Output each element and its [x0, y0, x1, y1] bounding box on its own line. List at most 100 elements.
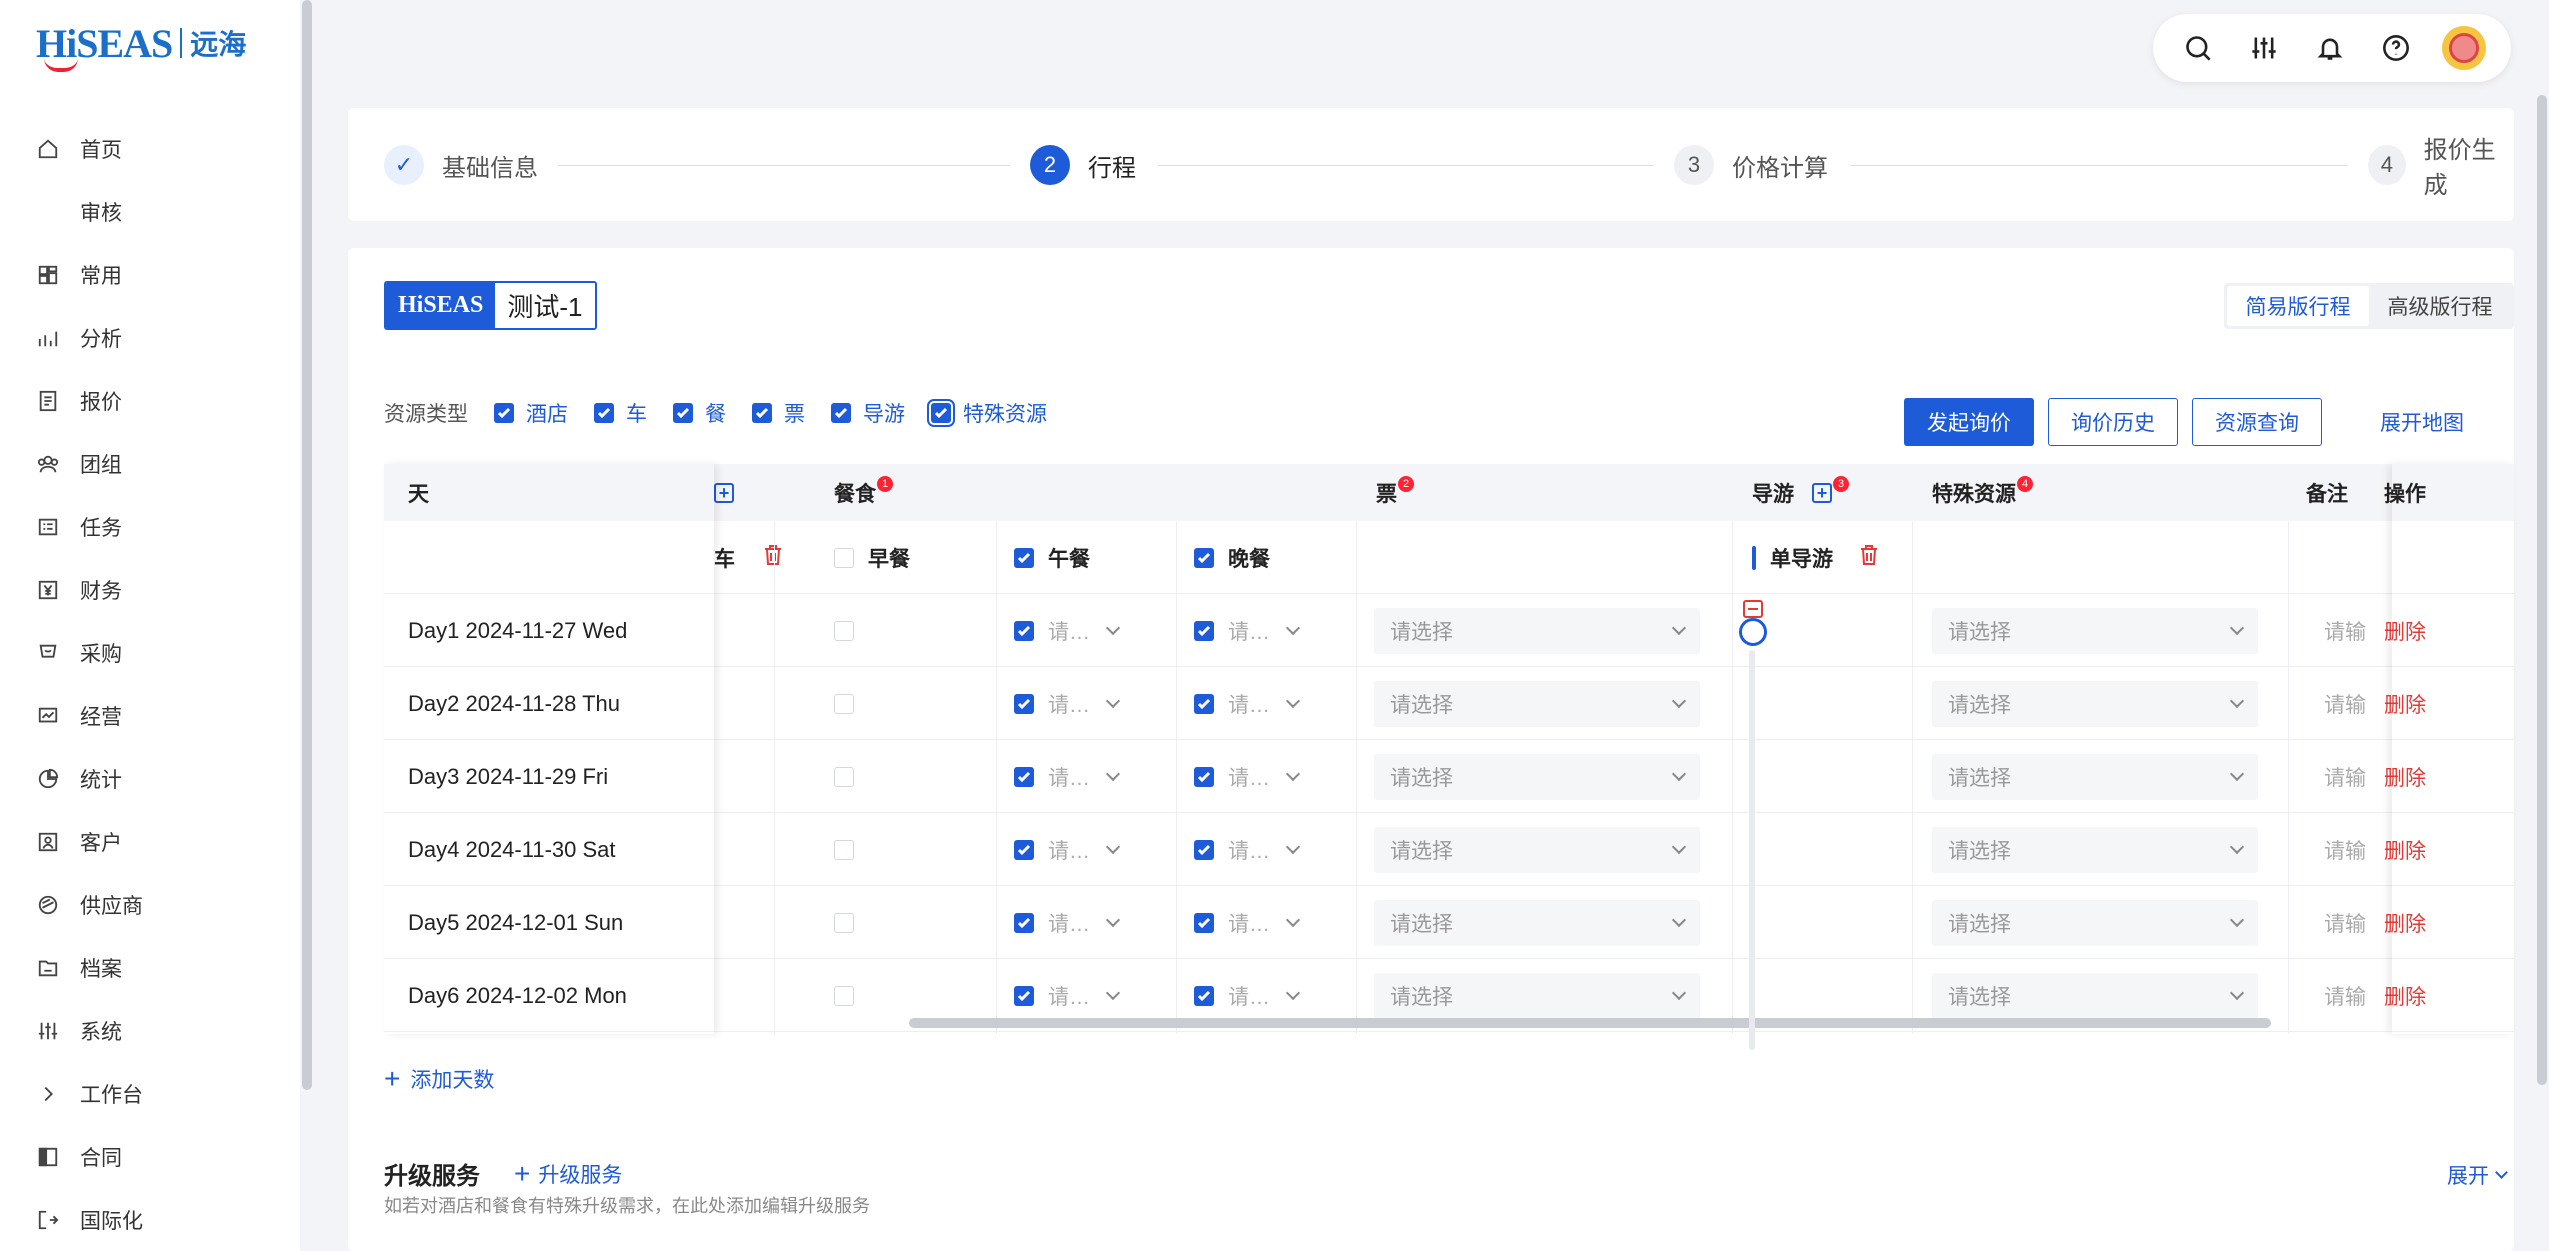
sidebar-item-12[interactable]: 供应商 — [0, 873, 300, 936]
ticket-select[interactable]: 请选择 — [1374, 681, 1700, 727]
dinner-select[interactable]: 请… — [1194, 813, 1301, 886]
dinner-checkbox[interactable] — [1194, 839, 1214, 860]
breakfast-checkbox[interactable] — [834, 620, 854, 641]
step-quote-gen[interactable]: 4 报价生成 — [2368, 137, 2514, 199]
expand-upgrade-button[interactable]: 展开 — [2447, 1160, 2508, 1190]
sidebar-item-13[interactable]: 档案 — [0, 936, 300, 999]
sidebar-item-17[interactable]: 国际化 — [0, 1188, 300, 1251]
sidebar-item-4[interactable]: 报价 — [0, 369, 300, 432]
special-resource-select[interactable]: 请选择 — [1932, 900, 2258, 946]
settings-button[interactable] — [2244, 28, 2284, 68]
ticket-select[interactable]: 请选择 — [1374, 827, 1700, 873]
remark-input[interactable]: 请输 — [2324, 740, 2382, 813]
checkbox[interactable] — [494, 403, 514, 423]
special-resource-select[interactable]: 请选择 — [1932, 754, 2258, 800]
add-upgrade-button[interactable]: + 升级服务 — [514, 1158, 622, 1190]
lunch-checkbox[interactable] — [1014, 620, 1034, 641]
remark-input[interactable]: 请输 — [2324, 594, 2382, 667]
sidebar-item-6[interactable]: 任务 — [0, 495, 300, 558]
dinner-checkbox[interactable] — [1194, 985, 1214, 1006]
delete-row-button[interactable]: 删除 — [2384, 959, 2426, 1032]
resource-query-button[interactable]: 资源查询 — [2192, 398, 2322, 446]
checkbox[interactable] — [831, 403, 851, 423]
sidebar-item-0[interactable]: 首页 — [0, 117, 300, 180]
breakfast-checkbox[interactable] — [834, 693, 854, 714]
dinner-checkbox[interactable] — [1194, 620, 1214, 641]
sidebar-item-2[interactable]: 常用 — [0, 243, 300, 306]
step-price-calc[interactable]: 3 价格计算 — [1674, 145, 1828, 185]
delete-row-button[interactable]: 删除 — [2384, 886, 2426, 959]
avatar[interactable] — [2442, 26, 2486, 70]
breakfast-checkbox[interactable] — [834, 766, 854, 787]
lunch-select[interactable]: 请… — [1014, 740, 1121, 813]
delete-row-button[interactable]: 删除 — [2384, 740, 2426, 813]
breakfast-checkbox[interactable] — [834, 547, 854, 568]
dinner-select[interactable]: 请… — [1194, 667, 1301, 740]
checkbox[interactable] — [752, 403, 772, 423]
sidebar-item-8[interactable]: 采购 — [0, 621, 300, 684]
notification-button[interactable] — [2310, 28, 2350, 68]
start-inquiry-button[interactable]: 发起询价 — [1904, 398, 2034, 446]
breakfast-checkbox[interactable] — [834, 985, 854, 1006]
sidebar-item-14[interactable]: 系统 — [0, 999, 300, 1062]
dinner-checkbox[interactable] — [1194, 693, 1214, 714]
lunch-select[interactable]: 请… — [1014, 886, 1121, 959]
inquiry-history-button[interactable]: 询价历史 — [2048, 398, 2178, 446]
ticket-select[interactable]: 请选择 — [1374, 608, 1700, 654]
add-day-button[interactable]: + 添加天数 — [384, 1063, 494, 1095]
dinner-select[interactable]: 请… — [1194, 740, 1301, 813]
drag-handle[interactable] — [1752, 545, 1756, 570]
dinner-select[interactable]: 请… — [1194, 886, 1301, 959]
sidebar-item-3[interactable]: 分析 — [0, 306, 300, 369]
lunch-select[interactable]: 请… — [1014, 594, 1121, 667]
sidebar-item-9[interactable]: 经营 — [0, 684, 300, 747]
delete-row-button[interactable]: 删除 — [2384, 667, 2426, 740]
sidebar-item-11[interactable]: 客户 — [0, 810, 300, 873]
guide-span-handle[interactable] — [1739, 618, 1767, 646]
remark-input[interactable]: 请输 — [2324, 959, 2382, 1032]
resource-type-0[interactable]: 酒店 — [494, 398, 568, 428]
delete-car-button[interactable] — [763, 544, 783, 572]
dinner-checkbox[interactable] — [1194, 547, 1214, 568]
delete-row-button[interactable]: 删除 — [2384, 813, 2426, 886]
delete-row-button[interactable]: 删除 — [2384, 594, 2426, 667]
sidebar-item-16[interactable]: 合同 — [0, 1125, 300, 1188]
checkbox[interactable] — [673, 403, 693, 423]
add-car-button[interactable]: + — [714, 464, 734, 521]
lunch-checkbox[interactable] — [1014, 766, 1034, 787]
resource-type-2[interactable]: 餐 — [673, 398, 726, 428]
checkbox[interactable] — [594, 403, 614, 423]
ticket-select[interactable]: 请选择 — [1374, 754, 1700, 800]
dinner-checkbox[interactable] — [1194, 766, 1214, 787]
lunch-checkbox[interactable] — [1014, 985, 1034, 1006]
remark-input[interactable]: 请输 — [2324, 886, 2382, 959]
logo[interactable]: HiSEAS 远海 — [36, 18, 246, 72]
lunch-checkbox[interactable] — [1014, 839, 1034, 860]
sidebar-item-10[interactable]: 统计 — [0, 747, 300, 810]
sidebar-item-15[interactable]: 工作台 — [0, 1062, 300, 1125]
lunch-select[interactable]: 请… — [1014, 667, 1121, 740]
checkbox[interactable] — [927, 399, 955, 427]
breakfast-checkbox[interactable] — [834, 839, 854, 860]
special-resource-select[interactable]: 请选择 — [1932, 608, 2258, 654]
expand-map-link[interactable]: 展开地图 — [2380, 407, 2464, 437]
dinner-select[interactable]: 请… — [1194, 594, 1301, 667]
breakfast-checkbox[interactable] — [834, 912, 854, 933]
page-scrollbar[interactable] — [2537, 95, 2547, 1085]
step-basic-info[interactable]: ✓ 基础信息 — [384, 145, 538, 185]
remove-guide-button[interactable] — [1743, 600, 1763, 618]
sidebar-scrollbar[interactable] — [302, 0, 312, 1090]
sidebar-item-1[interactable]: 审核 — [0, 180, 300, 243]
special-resource-select[interactable]: 请选择 — [1932, 681, 2258, 727]
lunch-checkbox[interactable] — [1014, 547, 1034, 568]
add-guide-button[interactable]: + — [1812, 482, 1832, 503]
remark-input[interactable]: 请输 — [2324, 813, 2382, 886]
tab-simple-itinerary[interactable]: 简易版行程 — [2227, 286, 2369, 326]
tab-advanced-itinerary[interactable]: 高级版行程 — [2369, 286, 2511, 326]
step-itinerary[interactable]: 2 行程 — [1030, 145, 1136, 185]
lunch-checkbox[interactable] — [1014, 912, 1034, 933]
ticket-select[interactable]: 请选择 — [1374, 973, 1700, 1019]
sidebar-item-5[interactable]: 团组 — [0, 432, 300, 495]
table-horizontal-scrollbar[interactable] — [909, 1018, 2271, 1028]
delete-guide-button[interactable] — [1859, 544, 1879, 572]
